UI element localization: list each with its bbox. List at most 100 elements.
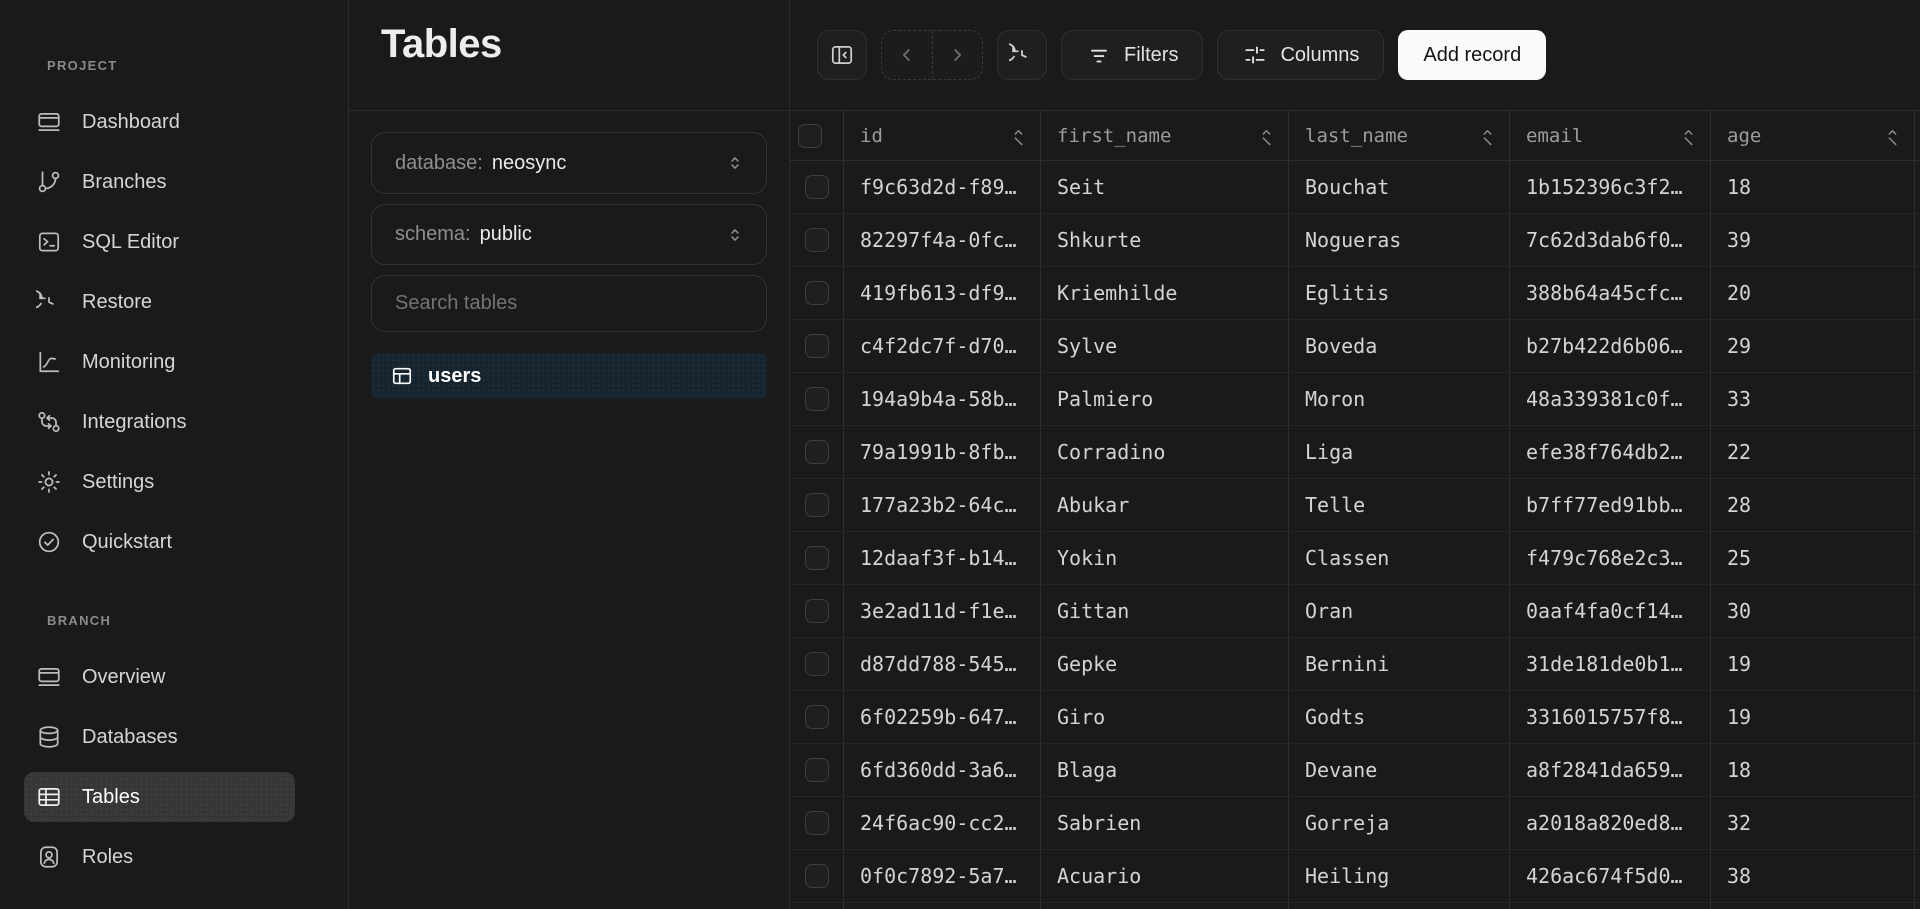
- sidebar-item-branches[interactable]: Branches: [24, 157, 295, 207]
- cell-email[interactable]: b27b422d6b06…: [1510, 320, 1711, 373]
- row-checkbox[interactable]: [804, 599, 829, 623]
- cell-last_name[interactable]: Godts: [1289, 691, 1510, 744]
- cell-age[interactable]: 18: [1711, 161, 1915, 214]
- cell-last_name[interactable]: Eglitis: [1289, 267, 1510, 320]
- cell-first_name[interactable]: Sabrien: [1041, 797, 1289, 850]
- cell-first_name[interactable]: Abukar: [1041, 479, 1289, 532]
- cell-last_name[interactable]: Moron: [1289, 373, 1510, 426]
- select-all-checkbox[interactable]: [797, 123, 822, 148]
- row-checkbox[interactable]: [804, 758, 829, 782]
- columns-button[interactable]: Columns: [1217, 30, 1385, 80]
- sidebar-item-monitoring[interactable]: Monitoring: [24, 337, 295, 387]
- database-select[interactable]: database: neosync: [371, 132, 767, 194]
- sidebar-item-databases[interactable]: Databases: [24, 712, 295, 762]
- table-row[interactable]: 177a23b2-64c… Abukar Telle b7ff77ed91bb… 28: [790, 479, 1920, 532]
- cell-age[interactable]: 28: [1711, 479, 1915, 532]
- cell-id[interactable]: 24f6ac90-cc2…: [844, 797, 1041, 850]
- cell-email[interactable]: 0aaf4fa0cf14…: [1510, 585, 1711, 638]
- table-row[interactable]: 419fb613-df9… Kriemhilde Eglitis 388b64a45c…: [790, 267, 1920, 320]
- cell-age[interactable]: 39: [1711, 214, 1915, 267]
- column-header-age[interactable]: age: [1711, 111, 1915, 161]
- cell-age[interactable]: 25: [1711, 532, 1915, 585]
- cell-last_name[interactable]: Bernini: [1289, 638, 1510, 691]
- cell-email[interactable]: a8f2841da659…: [1510, 744, 1711, 797]
- row-checkbox[interactable]: [804, 811, 829, 835]
- cell-last_name[interactable]: Classen: [1289, 532, 1510, 585]
- column-header-id[interactable]: id: [844, 111, 1041, 161]
- cell-id[interactable]: c4f2dc7f-d70…: [844, 320, 1041, 373]
- row-checkbox[interactable]: [804, 546, 829, 570]
- table-row[interactable]: 0f0c7892-5a7… Acuario Heiling 426ac674f5d0……: [790, 850, 1920, 903]
- sidebar-item-tables[interactable]: Tables: [24, 772, 295, 822]
- column-header-last_name[interactable]: last_name: [1289, 111, 1510, 161]
- table-row[interactable]: 194a9b4a-58b… Palmiero Moron 48a339381c0f… 3…: [790, 373, 1920, 426]
- cell-email[interactable]: 426ac674f5d0…: [1510, 850, 1711, 903]
- table-row[interactable]: 82297f4a-0fc… Shkurte Nogueras 7c62d3dab6f0…: [790, 214, 1920, 267]
- cell-last_name[interactable]: Telle: [1289, 479, 1510, 532]
- sidebar-item-integrations[interactable]: Integrations: [24, 397, 295, 447]
- cell-email[interactable]: efe38f764db2…: [1510, 426, 1711, 479]
- table-row[interactable]: d87dd788-545… Gepke Bernini 31de181de0b1… 19: [790, 638, 1920, 691]
- cell-id[interactable]: 419fb613-df9…: [844, 267, 1041, 320]
- cell-age[interactable]: 30: [1711, 585, 1915, 638]
- cell-id[interactable]: 177a23b2-64c…: [844, 479, 1041, 532]
- sort-icon[interactable]: [1480, 125, 1495, 147]
- cell-id[interactable]: 6fd360dd-3a6…: [844, 744, 1041, 797]
- cell-id[interactable]: 0f0c7892-5a7…: [844, 850, 1041, 903]
- cell-first_name[interactable]: Palmiero: [1041, 373, 1289, 426]
- table-row[interactable]: f9c63d2d-f89… Seit Bouchat 1b152396c3f2… 18: [790, 161, 1920, 214]
- cell-email[interactable]: 31de181de0b1…: [1510, 638, 1711, 691]
- row-checkbox[interactable]: [804, 864, 829, 888]
- cell-email[interactable]: b7ff77ed91bb…: [1510, 479, 1711, 532]
- cell-last_name[interactable]: Bouchat: [1289, 161, 1510, 214]
- cell-age[interactable]: 18: [1711, 744, 1915, 797]
- sidebar-item-dashboard[interactable]: Dashboard: [24, 97, 295, 147]
- cell-first_name[interactable]: Gittan: [1041, 585, 1289, 638]
- table-row[interactable]: c4f2dc7f-d70… Sylve Boveda b27b422d6b06… 29: [790, 320, 1920, 373]
- column-header-email[interactable]: email: [1510, 111, 1711, 161]
- row-checkbox[interactable]: [804, 652, 829, 676]
- table-row[interactable]: 3e2ad11d-f1e… Gittan Oran 0aaf4fa0cf14… 30: [790, 585, 1920, 638]
- sort-icon[interactable]: [1259, 125, 1274, 147]
- sidebar-item-settings[interactable]: Settings: [24, 457, 295, 507]
- cell-age[interactable]: 22: [1711, 426, 1915, 479]
- cell-email[interactable]: 1b152396c3f2…: [1510, 161, 1711, 214]
- cell-first_name[interactable]: Seit: [1041, 161, 1289, 214]
- cell-last_name[interactable]: Nogueras: [1289, 214, 1510, 267]
- next-page-button[interactable]: [931, 31, 983, 79]
- cell-last_name[interactable]: Boveda: [1289, 320, 1510, 373]
- cell-id[interactable]: 3e2ad11d-f1e…: [844, 585, 1041, 638]
- cell-last_name[interactable]: Oran: [1289, 585, 1510, 638]
- cell-id[interactable]: 6f02259b-647…: [844, 691, 1041, 744]
- row-checkbox[interactable]: [804, 493, 829, 517]
- table-row[interactable]: 6f02259b-647… Giro Godts 3316015757f8… 19: [790, 691, 1920, 744]
- search-tables-input[interactable]: [371, 275, 767, 332]
- cell-age[interactable]: 33: [1711, 373, 1915, 426]
- cell-email[interactable]: 388b64a45cfc…: [1510, 267, 1711, 320]
- filters-button[interactable]: Filters: [1061, 30, 1204, 80]
- sidebar-item-quickstart[interactable]: Quickstart: [24, 517, 295, 567]
- row-checkbox[interactable]: [804, 175, 829, 199]
- cell-first_name[interactable]: Shkurte: [1041, 214, 1289, 267]
- row-checkbox[interactable]: [804, 281, 829, 305]
- sort-icon[interactable]: [1681, 125, 1696, 147]
- table-row[interactable]: 12daaf3f-b14… Yokin Classen f479c768e2c3… 25: [790, 532, 1920, 585]
- cell-first_name[interactable]: Gepke: [1041, 638, 1289, 691]
- cell-first_name[interactable]: Blaga: [1041, 744, 1289, 797]
- cell-email[interactable]: a2018a820ed8…: [1510, 797, 1711, 850]
- cell-age[interactable]: 19: [1711, 638, 1915, 691]
- cell-first_name[interactable]: Yokin: [1041, 532, 1289, 585]
- cell-age[interactable]: 32: [1711, 797, 1915, 850]
- cell-last_name[interactable]: Gorreja: [1289, 797, 1510, 850]
- cell-email[interactable]: 48a339381c0f…: [1510, 373, 1711, 426]
- table-list-item-users[interactable]: users: [371, 353, 767, 399]
- sort-icon[interactable]: [1011, 125, 1026, 147]
- cell-first_name[interactable]: Sylve: [1041, 320, 1289, 373]
- cell-id[interactable]: 82297f4a-0fc…: [844, 214, 1041, 267]
- row-checkbox[interactable]: [804, 228, 829, 252]
- sidebar-item-roles[interactable]: Roles: [24, 832, 295, 882]
- cell-last_name[interactable]: Liga: [1289, 426, 1510, 479]
- cell-age[interactable]: 19: [1711, 691, 1915, 744]
- cell-id[interactable]: 194a9b4a-58b…: [844, 373, 1041, 426]
- add-record-button[interactable]: Add record: [1398, 30, 1547, 80]
